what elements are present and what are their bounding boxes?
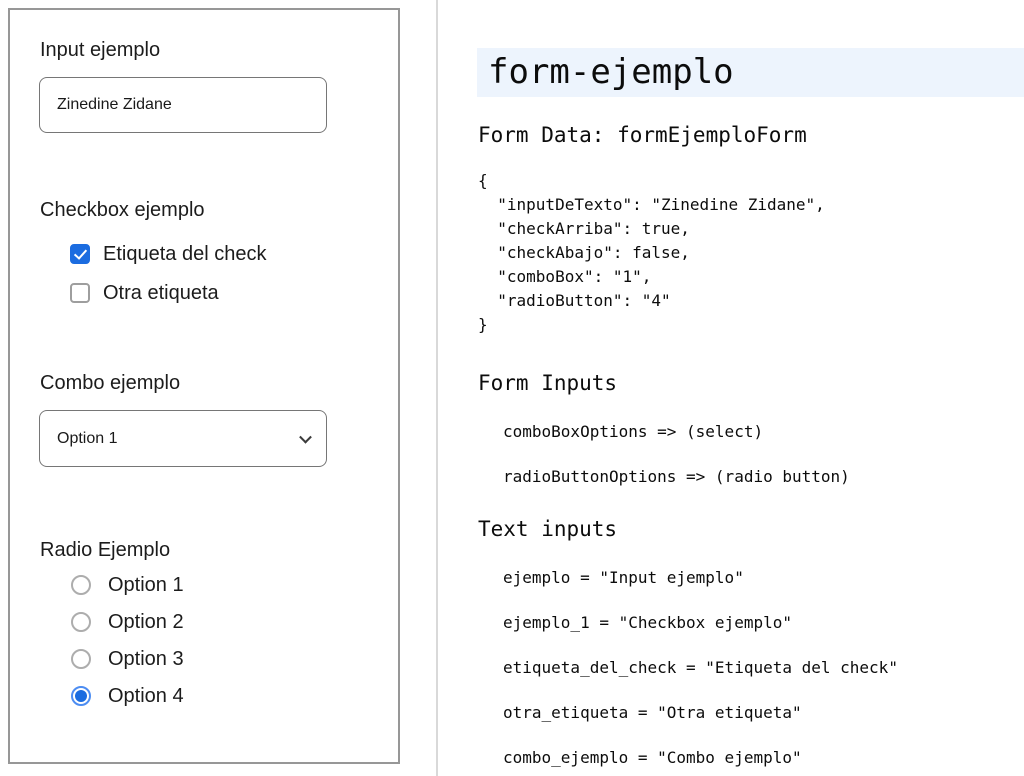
text-input-label: Input ejemplo <box>40 38 160 62</box>
text-input-item: combo_ejemplo = "Combo ejemplo" <box>503 746 1024 770</box>
radio-label: Option 3 <box>108 648 184 671</box>
checkbox-input[interactable] <box>70 283 90 303</box>
text-input-item: otra_etiqueta = "Otra etiqueta" <box>503 701 1024 725</box>
text-inputs-heading: Text inputs <box>478 517 1024 542</box>
text-input-item: ejemplo = "Input ejemplo" <box>503 566 1024 590</box>
radio-input[interactable] <box>71 649 91 669</box>
form-data-heading: Form Data: formEjemploForm <box>478 123 1024 148</box>
radio-row-option-3[interactable]: Option 3 <box>71 645 184 673</box>
combo-label: Combo ejemplo <box>40 371 180 395</box>
form-example-panel: Input ejemplo Checkbox ejemplo Etiqueta … <box>8 8 400 764</box>
combo-select-wrapper: Option 1 <box>39 410 327 467</box>
radio-label: Option 4 <box>108 685 184 708</box>
radio-row-option-4[interactable]: Option 4 <box>71 682 184 710</box>
combo-select[interactable]: Option 1 <box>39 410 327 467</box>
radio-group-label: Radio Ejemplo <box>40 538 170 562</box>
page-title: form-ejemplo <box>477 48 1024 97</box>
text-input[interactable] <box>39 77 327 133</box>
component-docs-panel: form-ejemplo Form Data: formEjemploForm … <box>477 0 1024 776</box>
text-input-item: etiqueta_del_check = "Etiqueta del check… <box>503 656 1024 680</box>
panel-divider <box>436 0 438 776</box>
checkbox-group-label: Checkbox ejemplo <box>40 198 205 222</box>
checkbox-row-otra-etiqueta[interactable]: Otra etiqueta <box>70 279 219 307</box>
radio-label: Option 1 <box>108 574 184 597</box>
form-input-item: radioButtonOptions => (radio button) <box>503 465 1024 489</box>
radio-input[interactable] <box>71 686 91 706</box>
radio-row-option-1[interactable]: Option 1 <box>71 571 184 599</box>
checkbox-row-etiqueta-del-check[interactable]: Etiqueta del check <box>70 240 266 268</box>
text-input-item: ejemplo_1 = "Checkbox ejemplo" <box>503 611 1024 635</box>
radio-input[interactable] <box>71 575 91 595</box>
checkbox-label: Etiqueta del check <box>103 243 266 266</box>
checkbox-input[interactable] <box>70 244 90 264</box>
radio-row-option-2[interactable]: Option 2 <box>71 608 184 636</box>
checkbox-label: Otra etiqueta <box>103 282 219 305</box>
form-inputs-heading: Form Inputs <box>478 371 1024 396</box>
form-data-json: { "inputDeTexto": "Zinedine Zidane", "ch… <box>478 169 1024 337</box>
radio-label: Option 2 <box>108 611 184 634</box>
radio-input[interactable] <box>71 612 91 632</box>
form-input-item: comboBoxOptions => (select) <box>503 420 1024 444</box>
